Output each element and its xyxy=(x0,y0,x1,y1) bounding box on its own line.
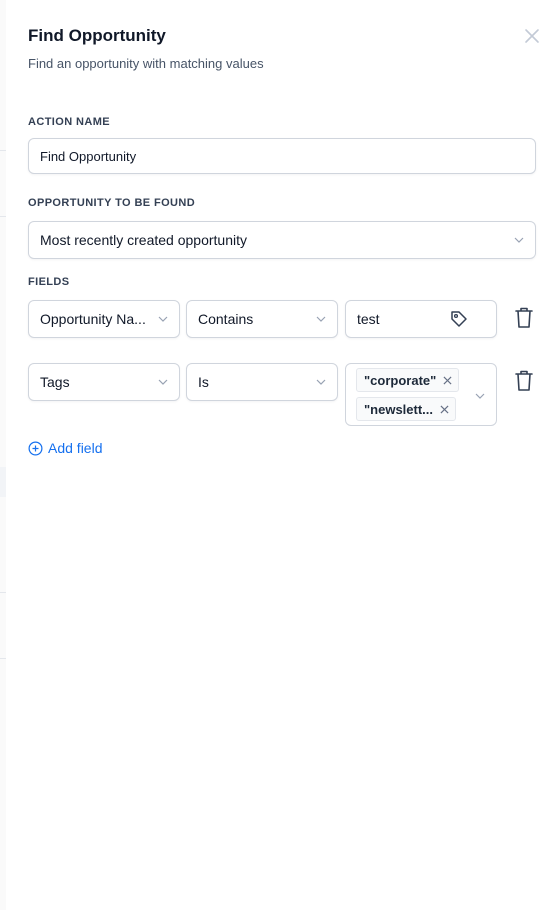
add-field-button[interactable]: Add field xyxy=(28,440,102,456)
tag-chip: "newslett... xyxy=(356,397,457,421)
tags-multiselect[interactable]: "corporate" "newslett... xyxy=(345,363,497,426)
operator-select[interactable]: Is xyxy=(186,363,338,401)
remove-chip-icon[interactable] xyxy=(440,404,449,414)
value-input-text: test xyxy=(357,311,380,327)
field-select[interactable]: Tags xyxy=(28,363,180,401)
chevron-down-icon xyxy=(158,379,168,385)
panel-subtitle: Find an opportunity with matching values xyxy=(28,56,264,71)
value-input[interactable]: test xyxy=(345,300,497,338)
operator-select-value: Contains xyxy=(198,311,254,327)
find-opportunity-panel: Find Opportunity Find an opportunity wit… xyxy=(6,0,558,910)
chevron-down-icon xyxy=(514,237,524,243)
tag-chip-label: "newslett... xyxy=(364,401,434,417)
field-select-value: Tags xyxy=(40,374,70,390)
trash-icon[interactable] xyxy=(514,369,534,393)
chevron-down-icon xyxy=(158,316,168,322)
add-field-label: Add field xyxy=(48,440,103,456)
close-icon[interactable] xyxy=(522,26,542,46)
action-name-input[interactable] xyxy=(28,138,536,174)
opportunity-label: OPPORTUNITY TO BE FOUND xyxy=(28,197,196,209)
operator-select[interactable]: Contains xyxy=(186,300,338,338)
opportunity-select[interactable]: Most recently created opportunity xyxy=(28,221,536,259)
tag-chip-label: "corporate" xyxy=(364,372,437,388)
opportunity-select-value: Most recently created opportunity xyxy=(40,232,247,248)
tag-icon[interactable] xyxy=(449,309,469,329)
field-select[interactable]: Opportunity Na... xyxy=(28,300,180,338)
chevron-down-icon[interactable] xyxy=(475,393,485,399)
remove-chip-icon[interactable] xyxy=(443,375,452,385)
operator-select-value: Is xyxy=(198,374,209,390)
panel-title: Find Opportunity xyxy=(28,26,166,45)
trash-icon[interactable] xyxy=(514,306,534,330)
field-select-value: Opportunity Na... xyxy=(40,311,146,327)
chevron-down-icon xyxy=(316,379,326,385)
fields-label: FIELDS xyxy=(28,276,70,288)
tag-chip: "corporate" xyxy=(356,368,460,392)
action-name-label: ACTION NAME xyxy=(28,116,111,128)
chevron-down-icon xyxy=(316,316,326,322)
plus-circle-icon xyxy=(28,441,43,455)
